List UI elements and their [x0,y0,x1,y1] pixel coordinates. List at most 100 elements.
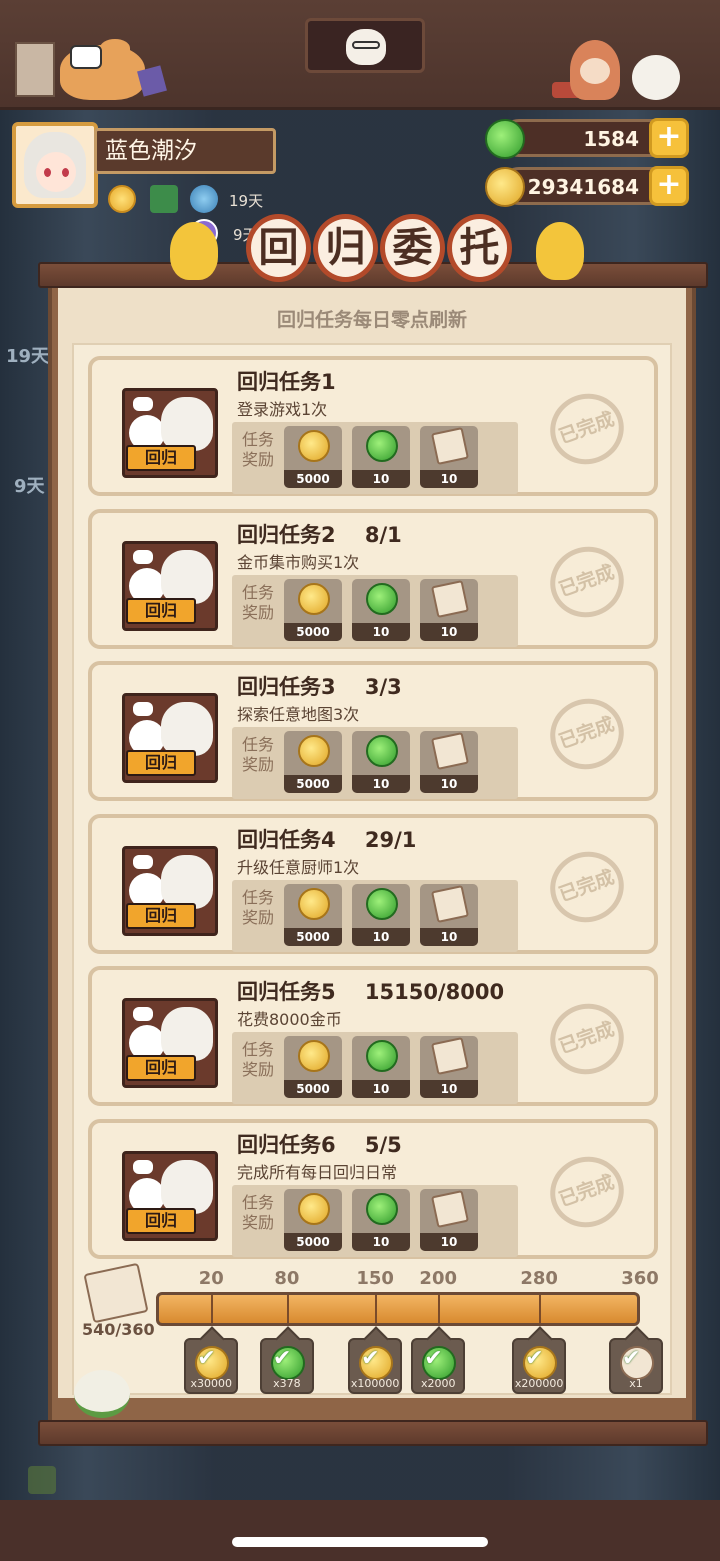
girl-character-icon [161,855,213,909]
glasses-character-icon [346,29,386,65]
completed-stamp: 已完成 [540,1146,634,1238]
girl-character-icon [161,1007,213,1061]
cabinet-decoration [15,42,55,97]
green-gem-icon [366,430,398,462]
recipe-scroll-icon [431,1037,469,1075]
buff-days: 19天 [229,192,264,210]
recipe-scroll-icon [431,580,469,618]
bowl-buff-icon[interactable] [190,185,218,213]
chick-icon [170,222,218,280]
milestone-reward[interactable]: ✔ x30000 [184,1338,239,1394]
reward-label: 任务奖励 [241,1040,274,1079]
reward-gem[interactable]: 10 [352,884,410,946]
task-card[interactable]: 回归 回归任务3 3/3 探索任意地图3次 任务奖励 5000 10 10 已完… [88,661,658,801]
reward-scroll[interactable]: 10 [420,579,478,641]
gold-currency: 29341684 + [485,166,689,207]
milestone-reward-count: x1 [629,1377,643,1390]
reward-gem[interactable]: 10 [352,426,410,488]
gold-coin-icon [298,430,330,462]
completed-stamp: 已完成 [540,688,634,780]
task-card[interactable]: 回归 回归任务2 8/1 金币集市购买1次 任务奖励 5000 10 10 已完… [88,509,658,649]
task-description: 探索任意地图3次 [237,705,360,724]
reward-scroll[interactable]: 10 [420,1036,478,1098]
gem-currency: 1584 + [485,118,689,159]
progress-tick [375,1295,378,1323]
coin-buff-icon[interactable] [108,185,136,213]
recipe-scroll-icon [431,1190,469,1228]
task-thumbnail: 回归 [122,693,218,783]
reward-scroll[interactable]: 10 [420,426,478,488]
task-description: 完成所有每日回归日常 [237,1163,398,1182]
add-gem-button[interactable]: + [649,118,689,158]
reward-count: 5000 [284,470,342,488]
milestone-reward-count: x378 [273,1377,301,1390]
task-card[interactable]: 回归 回归任务5 15150/8000 花费8000金币 任务奖励 5000 1… [88,966,658,1106]
bottom-menu-icon[interactable] [28,1466,56,1494]
task-card[interactable]: 回归 回归任务6 5/5 完成所有每日回归日常 任务奖励 5000 10 10 … [88,1119,658,1259]
reward-count: 10 [420,775,478,793]
task-card[interactable]: 回归 回归任务1 登录游戏1次 任务奖励 5000 10 10 已完成 [88,356,658,496]
reward-box: 任务奖励 5000 10 10 [232,727,518,799]
reward-box: 任务奖励 5000 10 10 [232,1032,518,1104]
milestone-reward[interactable]: ✔ x200000 [512,1338,567,1394]
green-gem-icon [366,735,398,767]
home-indicator[interactable] [232,1537,488,1547]
task-tag: 回归 [126,903,196,929]
reward-box: 任务奖励 5000 10 10 [232,575,518,647]
reward-box: 任务奖励 5000 10 10 [232,880,518,952]
reward-gem[interactable]: 10 [352,579,410,641]
reward-scroll[interactable]: 10 [420,1189,478,1251]
task-card[interactable]: 回归 回归任务4 29/1 升级任意厨师1次 任务奖励 5000 10 10 已… [88,814,658,954]
task-tag: 回归 [126,1208,196,1234]
player-avatar[interactable] [12,122,98,208]
bottom-bar [0,1500,720,1561]
milestone-label: 20 [198,1268,224,1289]
green-gem-icon [366,1193,398,1225]
panel-title: 回 归 委 托 [246,214,514,286]
completed-stamp: 已完成 [540,993,634,1085]
reward-scroll[interactable]: 10 [420,731,478,793]
task-title: 回归任务4 29/1 [237,828,417,852]
reward-gold[interactable]: 5000 [284,579,342,641]
reward-gold[interactable]: 5000 [284,426,342,488]
progress-tick [286,1295,289,1323]
reward-count: 10 [352,928,410,946]
reward-gem[interactable]: 10 [352,1036,410,1098]
milestone-reward[interactable]: ✔ x378 [259,1338,314,1394]
gold-count: 29341684 [527,175,639,199]
check-icon: ✔ [272,1346,292,1371]
scroll-rod-bottom [38,1420,708,1446]
cart-buff-icon[interactable] [150,185,178,213]
milestone-reward[interactable]: ✔ x1 [609,1338,663,1394]
reward-scroll[interactable]: 10 [420,884,478,946]
reward-count: 10 [420,1080,478,1098]
reward-gold[interactable]: 5000 [284,884,342,946]
progress-tick [438,1295,441,1323]
add-gold-button[interactable]: + [649,166,689,206]
progress-tick [539,1295,542,1323]
completed-stamp: 已完成 [540,383,634,475]
speech-bubble-icon [133,1160,153,1174]
reward-count: 10 [352,1233,410,1251]
green-gem-icon [366,1040,398,1072]
task-description: 花费8000金币 [237,1010,342,1029]
gold-coin-icon [298,735,330,767]
gold-coin-icon [298,583,330,615]
reward-gold[interactable]: 5000 [284,1189,342,1251]
ghost-character-icon [632,55,680,100]
milestone-reward[interactable]: ✔ x2000 [411,1338,466,1394]
reward-count: 10 [420,470,478,488]
cauliflower-icon[interactable] [74,1370,130,1418]
check-icon: ✔ [424,1346,443,1371]
milestone-reward[interactable]: ✔ x100000 [348,1338,403,1394]
reward-gem[interactable]: 10 [352,1189,410,1251]
task-title: 回归任务5 15150/8000 [237,980,505,1004]
progress-count: 540/360 [82,1320,155,1339]
title-char: 托 [447,214,512,282]
reward-gem[interactable]: 10 [352,731,410,793]
chick-icon [536,222,584,280]
reward-gold[interactable]: 5000 [284,731,342,793]
title-char: 回 [246,214,311,282]
reward-gold[interactable]: 5000 [284,1036,342,1098]
task-progress: 5/5 [364,1133,402,1157]
